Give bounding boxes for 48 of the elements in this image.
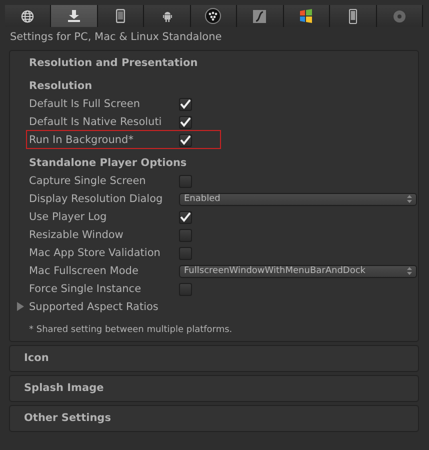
platform-tab[interactable]	[5, 5, 52, 27]
settings-title: Settings for PC, Mac & Linux Standalone	[9, 30, 223, 45]
platform-tab[interactable]	[190, 5, 238, 27]
section-header[interactable]: Other Settings	[9, 405, 419, 432]
foldout-label[interactable]: Supported Aspect Ratios	[29, 301, 179, 313]
platform-tab[interactable]	[98, 5, 144, 27]
android-icon	[162, 10, 172, 22]
group-heading: Standalone Player Options	[29, 156, 188, 171]
globe-icon	[21, 10, 34, 22]
field-label: Capture Single Screen	[29, 175, 147, 187]
section-title[interactable]: Resolution and Presentation	[29, 54, 418, 72]
dropdown[interactable]: FullscreenWindowWithMenuBarAndDock	[179, 264, 417, 278]
field-label: Resizable Window	[29, 229, 124, 241]
section-header[interactable]: Icon	[9, 345, 419, 372]
field-label: Display Resolution Dialog	[29, 193, 164, 205]
field-label: Force Single Instance	[29, 283, 142, 295]
flash-icon	[253, 10, 266, 22]
phone-icon	[348, 8, 357, 24]
checkbox[interactable]	[179, 228, 192, 242]
disc-icon	[392, 10, 406, 22]
stepper-arrows-icon	[407, 267, 412, 275]
platform-tab[interactable]	[284, 5, 330, 27]
group-heading: Resolution	[29, 79, 94, 94]
download-icon	[68, 10, 80, 22]
field-label: Run In Background*	[29, 134, 134, 146]
stepper-arrows-icon	[407, 195, 412, 203]
platform-tab[interactable]	[51, 5, 98, 27]
foldout-arrow-icon[interactable]	[17, 302, 24, 311]
section-header[interactable]: Splash Image	[9, 375, 419, 402]
shared-setting-note: * Shared setting between multiple platforms.	[29, 325, 234, 335]
field-label: Use Player Log	[29, 211, 108, 223]
checkbox[interactable]	[179, 134, 192, 146]
windows-logo-icon	[299, 9, 314, 23]
checkbox[interactable]	[179, 282, 192, 296]
field-label: Default Is Full Screen	[29, 98, 141, 110]
dropdown[interactable]: Enabled	[179, 192, 417, 206]
checkbox[interactable]	[179, 174, 192, 188]
phone-icon	[116, 9, 126, 23]
field-label: Mac Fullscreen Mode	[29, 265, 140, 277]
blackberry-icon	[205, 8, 222, 24]
checkbox[interactable]	[179, 210, 192, 224]
checkbox[interactable]	[179, 246, 192, 260]
field-label: Default Is Native Resoluti	[29, 116, 163, 128]
checkbox[interactable]	[179, 98, 192, 110]
platform-tab[interactable]	[144, 5, 191, 27]
checkbox[interactable]	[179, 116, 192, 128]
field-label: Mac App Store Validation	[29, 247, 162, 259]
platform-tab[interactable]	[330, 5, 376, 27]
